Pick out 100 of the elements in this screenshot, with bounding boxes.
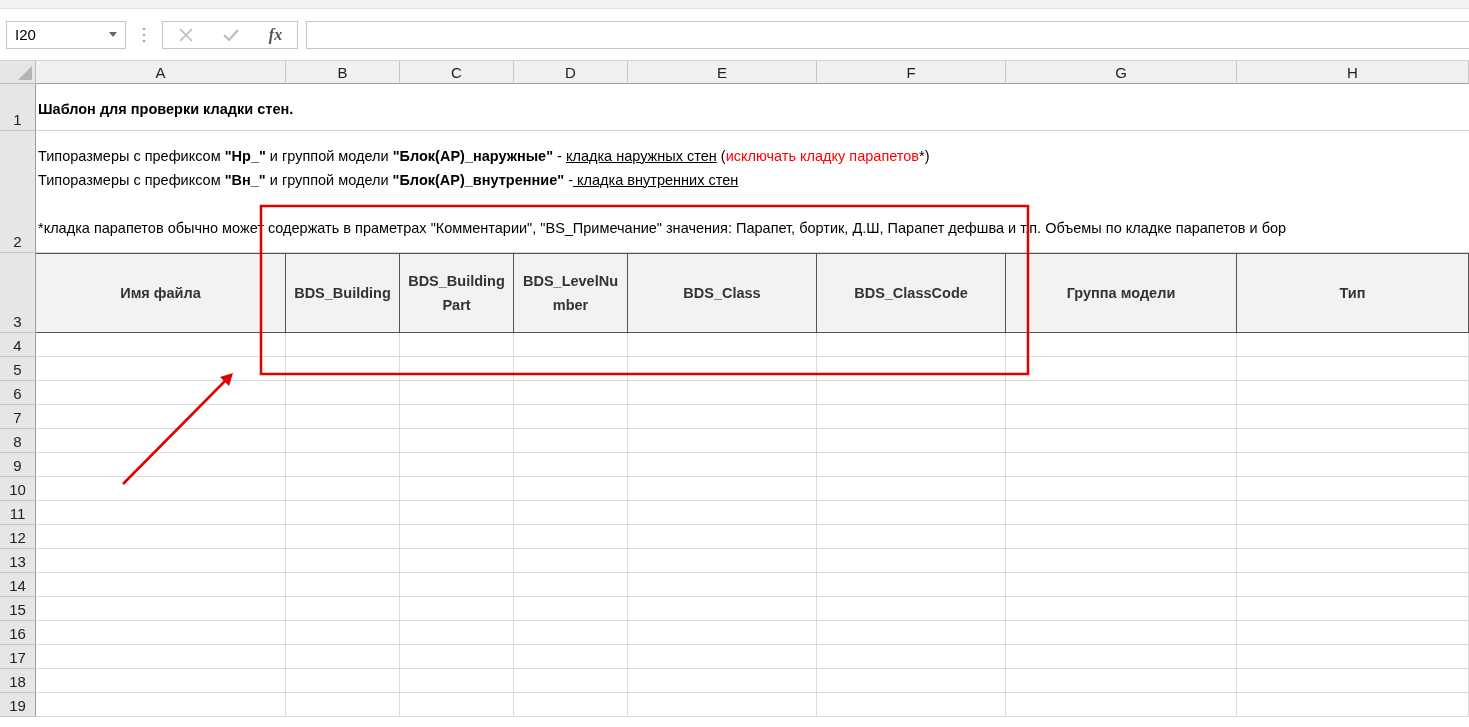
table-cell[interactable] [400, 429, 514, 453]
table-cell[interactable] [1237, 669, 1469, 693]
table-cell[interactable] [628, 549, 817, 573]
table-cell[interactable] [1006, 405, 1237, 429]
name-box[interactable]: I20 [6, 20, 126, 49]
row-header[interactable]: 17 [0, 645, 36, 669]
table-cell[interactable] [36, 501, 286, 525]
table-cell[interactable] [400, 525, 514, 549]
table-cell[interactable] [817, 573, 1006, 597]
row-header[interactable]: 13 [0, 549, 36, 573]
row-header[interactable]: 11 [0, 501, 36, 525]
table-cell[interactable] [36, 693, 286, 717]
table-cell[interactable] [817, 333, 1006, 357]
table-cell[interactable] [1237, 333, 1469, 357]
table-cell[interactable] [400, 693, 514, 717]
row-header[interactable]: 1 [0, 84, 36, 131]
table-cell[interactable] [400, 549, 514, 573]
table-cell[interactable] [817, 645, 1006, 669]
table-cell[interactable] [514, 357, 628, 381]
table-cell[interactable] [817, 597, 1006, 621]
table-cell[interactable] [1237, 429, 1469, 453]
table-cell[interactable] [400, 573, 514, 597]
row-header[interactable]: 6 [0, 381, 36, 405]
select-all-button[interactable] [0, 61, 36, 84]
table-cell[interactable] [36, 405, 286, 429]
table-cell[interactable] [286, 333, 400, 357]
table-cell[interactable] [514, 453, 628, 477]
table-cell[interactable] [628, 477, 817, 501]
table-cell[interactable] [1237, 645, 1469, 669]
table-cell[interactable] [1006, 549, 1237, 573]
table-cell[interactable] [286, 549, 400, 573]
table-cell[interactable] [514, 381, 628, 405]
table-cell[interactable] [36, 549, 286, 573]
table-cell[interactable] [1237, 357, 1469, 381]
table-cell[interactable] [1006, 645, 1237, 669]
table-cell[interactable] [36, 573, 286, 597]
table-cell[interactable] [36, 429, 286, 453]
column-header[interactable]: F [817, 61, 1006, 84]
row-header[interactable]: 5 [0, 357, 36, 381]
table-cell[interactable] [1006, 693, 1237, 717]
table-cell[interactable] [36, 381, 286, 405]
row-header[interactable]: 3 [0, 253, 36, 333]
table-cell[interactable] [286, 477, 400, 501]
table-cell[interactable] [400, 597, 514, 621]
table-cell[interactable] [628, 693, 817, 717]
table-cell[interactable] [1006, 453, 1237, 477]
table-cell[interactable] [400, 501, 514, 525]
table-cell[interactable] [514, 693, 628, 717]
row-header[interactable]: 12 [0, 525, 36, 549]
row-header[interactable]: 2 [0, 131, 36, 253]
column-header[interactable]: H [1237, 61, 1469, 84]
table-cell[interactable] [286, 405, 400, 429]
row-header[interactable]: 18 [0, 669, 36, 693]
table-cell[interactable] [628, 453, 817, 477]
table-cell[interactable] [514, 477, 628, 501]
table-cell[interactable] [286, 645, 400, 669]
table-cell[interactable] [514, 405, 628, 429]
table-cell[interactable] [817, 549, 1006, 573]
column-header[interactable]: B [286, 61, 400, 84]
table-cell[interactable] [36, 333, 286, 357]
table-cell[interactable] [36, 597, 286, 621]
table-cell[interactable] [817, 621, 1006, 645]
column-header[interactable]: C [400, 61, 514, 84]
table-cell[interactable] [400, 381, 514, 405]
table-cell[interactable] [400, 477, 514, 501]
column-header[interactable]: E [628, 61, 817, 84]
table-cell[interactable] [817, 453, 1006, 477]
table-cell[interactable] [1006, 357, 1237, 381]
table-cell[interactable] [1006, 669, 1237, 693]
table-cell[interactable] [1006, 333, 1237, 357]
table-cell[interactable] [628, 573, 817, 597]
table-cell[interactable] [817, 381, 1006, 405]
table-cell[interactable] [1237, 573, 1469, 597]
table-cell[interactable] [1237, 477, 1469, 501]
table-cell[interactable] [628, 429, 817, 453]
table-cell[interactable] [1006, 597, 1237, 621]
table-cell[interactable] [628, 597, 817, 621]
table-cell[interactable] [400, 333, 514, 357]
table-cell[interactable] [1237, 597, 1469, 621]
table-cell[interactable] [286, 453, 400, 477]
column-header[interactable]: G [1006, 61, 1237, 84]
table-cell[interactable] [1237, 621, 1469, 645]
table-cell[interactable] [514, 645, 628, 669]
insert-function-button[interactable]: fx [268, 25, 283, 44]
table-cell[interactable] [286, 669, 400, 693]
drag-handle-icon[interactable] [142, 26, 146, 43]
table-cell[interactable] [1237, 501, 1469, 525]
table-cell[interactable] [817, 525, 1006, 549]
table-cell[interactable] [628, 669, 817, 693]
table-cell[interactable] [286, 501, 400, 525]
row-header[interactable]: 16 [0, 621, 36, 645]
row-header[interactable]: 10 [0, 477, 36, 501]
table-cell[interactable] [628, 333, 817, 357]
table-cell[interactable] [514, 525, 628, 549]
cancel-icon[interactable] [177, 26, 194, 43]
table-cell[interactable] [628, 405, 817, 429]
table-cell[interactable] [817, 405, 1006, 429]
table-cell[interactable] [400, 645, 514, 669]
table-cell[interactable] [514, 669, 628, 693]
table-cell[interactable] [286, 357, 400, 381]
